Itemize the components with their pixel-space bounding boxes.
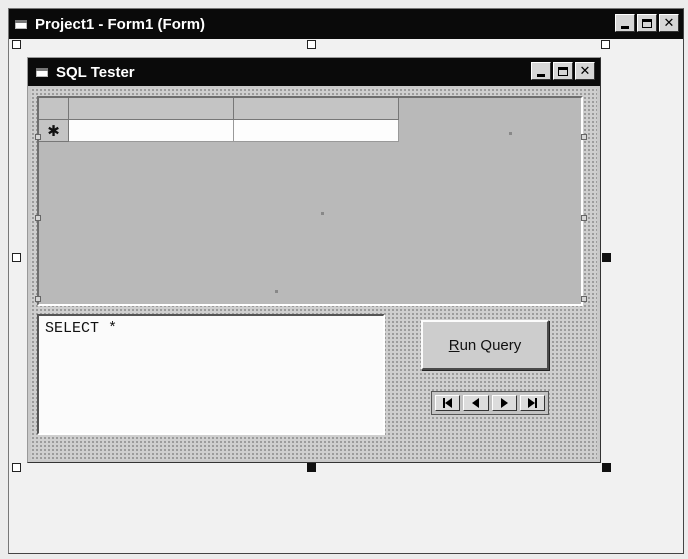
next-record-icon[interactable] (491, 395, 517, 411)
close-icon[interactable]: ✕ (659, 14, 679, 32)
close-icon[interactable]: ✕ (575, 62, 595, 80)
outer-title-bar[interactable]: Project1 - Form1 (Form) ✕ (9, 9, 683, 39)
grid-resize-handle-middle-left[interactable] (35, 215, 41, 221)
minimize-icon[interactable] (531, 62, 551, 80)
grid-speck (509, 132, 512, 135)
resize-handle-bottom-center[interactable] (307, 463, 316, 472)
grid-speck (321, 212, 324, 215)
run-query-button[interactable]: Run Query (421, 320, 549, 370)
maximize-icon[interactable] (553, 62, 573, 80)
outer-window-title: Project1 - Form1 (Form) (35, 15, 206, 33)
grid-cell-2[interactable] (234, 120, 399, 142)
grid-cell-1[interactable] (69, 120, 234, 142)
resize-handle-middle-right[interactable] (602, 253, 611, 262)
resize-handle-top-right[interactable] (601, 40, 610, 49)
resize-handle-bottom-right[interactable] (602, 463, 611, 472)
run-query-accelerator: R (448, 336, 460, 354)
new-row-selector[interactable]: ✱ (39, 120, 69, 142)
grid-resize-handle-bottom-left[interactable] (35, 296, 41, 302)
minimize-icon[interactable] (615, 14, 635, 32)
resize-handle-top-center[interactable] (307, 40, 316, 49)
data-grid[interactable]: ✱ (35, 96, 587, 306)
sql-tester-form[interactable]: SQL Tester ✕ ✱ SELECT * R un Query (27, 57, 601, 463)
sql-tester-window-controls: ✕ (531, 62, 595, 80)
grid-resize-handle-top-right[interactable] (581, 134, 587, 140)
record-navigator[interactable] (431, 391, 549, 415)
maximize-icon[interactable] (637, 14, 657, 32)
sql-query-textbox[interactable]: SELECT * (37, 314, 385, 435)
last-record-icon[interactable] (519, 395, 545, 411)
form-icon (15, 18, 29, 30)
outer-window-controls: ✕ (615, 14, 679, 32)
sql-tester-title: SQL Tester (56, 63, 135, 81)
resize-handle-middle-left[interactable] (12, 253, 21, 262)
new-row-marker-icon: ✱ (47, 121, 60, 140)
first-record-icon[interactable] (435, 395, 461, 411)
sql-query-text: SELECT * (45, 320, 118, 337)
grid-column-header-1[interactable] (69, 98, 234, 120)
grid-speck (275, 290, 278, 293)
grid-corner-header[interactable] (39, 98, 69, 120)
resize-handle-top-left[interactable] (12, 40, 21, 49)
previous-record-icon[interactable] (463, 395, 489, 411)
form-icon (36, 66, 50, 78)
grid-resize-handle-middle-right[interactable] (581, 215, 587, 221)
run-query-label: un Query (459, 336, 522, 354)
grid-column-header-2[interactable] (234, 98, 399, 120)
form-design-surface[interactable]: ✱ SELECT * Run Query (31, 88, 597, 460)
grid-resize-handle-bottom-right[interactable] (581, 296, 587, 302)
resize-handle-bottom-left[interactable] (12, 463, 21, 472)
sql-tester-title-bar[interactable]: SQL Tester ✕ (28, 58, 600, 86)
grid-resize-handle-top-left[interactable] (35, 134, 41, 140)
